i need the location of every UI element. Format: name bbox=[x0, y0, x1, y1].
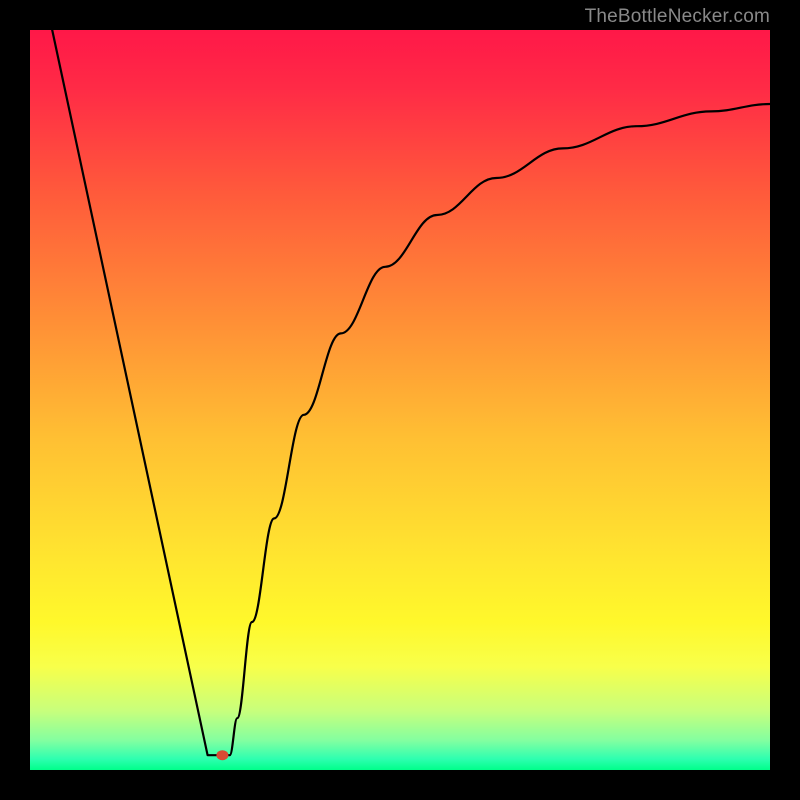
chart-svg bbox=[30, 30, 770, 770]
chart-frame: TheBottleNecker.com bbox=[0, 0, 800, 800]
gradient-background bbox=[30, 30, 770, 770]
watermark-text: TheBottleNecker.com bbox=[585, 6, 770, 28]
plot-area bbox=[30, 30, 770, 770]
marker-dot bbox=[216, 750, 228, 760]
